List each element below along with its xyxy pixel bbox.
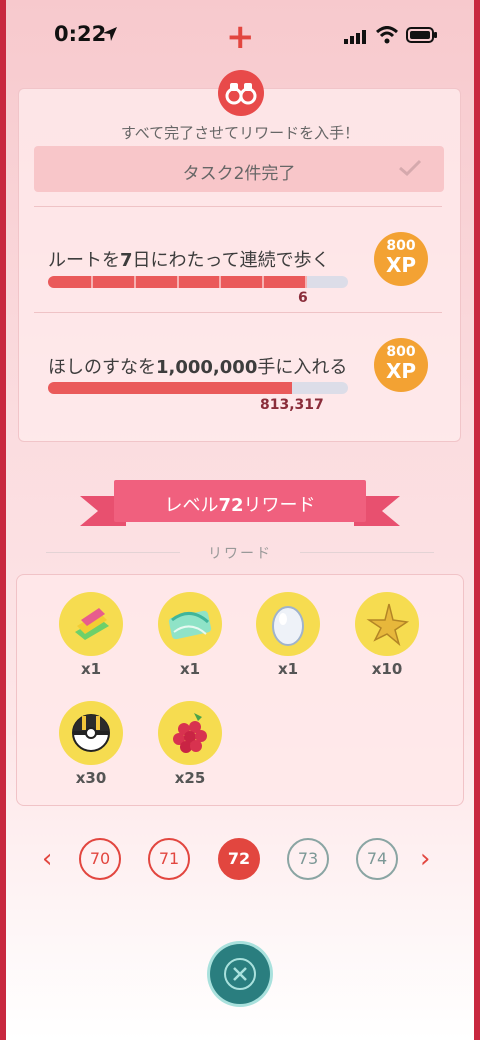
check-icon — [399, 159, 422, 177]
level-reward-banner: レベル72リワード — [80, 478, 400, 534]
rewards-section-label: リワード — [208, 546, 272, 562]
reward-item[interactable]: x30 — [51, 701, 131, 787]
ultra-ball-icon — [59, 701, 123, 765]
previous-level-arrow-icon[interactable]: ‹ — [42, 846, 52, 872]
task-progress-bar — [48, 276, 348, 288]
progress-segment-divider — [133, 276, 136, 288]
task-progress-bar — [48, 382, 348, 394]
reward-quantity: x1 — [80, 660, 102, 678]
reward-item[interactable]: x1 — [51, 592, 131, 678]
battery-icon — [406, 27, 437, 43]
reward-quantity: x25 — [174, 769, 206, 787]
elite-tm-icon — [158, 592, 222, 656]
reward-quantity: x10 — [371, 660, 403, 678]
xp-reward-badge: 800 XP — [374, 232, 428, 286]
reward-quantity: x30 — [75, 769, 107, 787]
level-button-74[interactable]: 74 — [356, 838, 398, 880]
divider — [34, 312, 442, 313]
task-title: ほしのすなを1,000,000手に入れる — [48, 357, 348, 378]
wifi-icon — [376, 26, 398, 44]
tasks-completed-label: タスク2件完了 — [182, 164, 296, 184]
plus-icon[interactable]: + — [226, 20, 255, 54]
reward-quantity: x1 — [277, 660, 299, 678]
clock: 0:22 — [54, 22, 107, 46]
divider — [300, 552, 434, 553]
level-button-73[interactable]: 73 — [287, 838, 329, 880]
task-progress-value: 813,317 — [260, 397, 324, 413]
close-icon — [224, 958, 256, 990]
task-title: ルートを7日にわたって連続で歩く — [48, 250, 330, 271]
status-bar: 0:22 + — [0, 0, 480, 70]
cellular-signal-icon — [344, 30, 366, 44]
banner-title: レベル72リワード — [164, 495, 316, 516]
level-button-71[interactable]: 71 — [148, 838, 190, 880]
close-button[interactable] — [210, 944, 270, 1004]
reward-item[interactable]: x1 — [150, 592, 230, 678]
progress-segment-divider — [305, 276, 308, 288]
progress-segment-divider — [219, 276, 222, 288]
xp-reward-badge: 800 XP — [374, 338, 428, 392]
location-arrow-icon — [103, 27, 117, 41]
reward-item[interactable]: x1 — [248, 592, 328, 678]
razz-berry-icon — [158, 701, 222, 765]
rewards-panel: x1 x1 x1 x10 x30 x25 — [16, 574, 464, 806]
level-button-70[interactable]: 70 — [79, 838, 121, 880]
binoculars-icon — [218, 70, 264, 116]
task-progress-fill — [48, 382, 292, 394]
ribbon-body: レベル72リワード — [114, 480, 366, 522]
rare-candy-xl-icon — [59, 592, 123, 656]
next-level-arrow-icon[interactable]: › — [420, 846, 430, 872]
tasks-completed-bar: タスク2件完了 — [34, 146, 444, 192]
frame-left — [0, 0, 6, 1040]
reward-item[interactable]: x10 — [347, 592, 427, 678]
divider — [34, 206, 442, 207]
frame-right — [474, 0, 480, 1040]
progress-segment-divider — [90, 276, 93, 288]
progress-segment-divider — [262, 276, 265, 288]
star-piece-icon — [355, 592, 419, 656]
reward-quantity: x1 — [179, 660, 201, 678]
level-button-72[interactable]: 72 — [218, 838, 260, 880]
progress-segment-divider — [176, 276, 179, 288]
egg-icon — [256, 592, 320, 656]
card-subtitle: すべて完了させてリワードを入手！ — [120, 124, 360, 142]
task-progress-value: 6 — [298, 290, 308, 306]
reward-item[interactable]: x25 — [150, 701, 230, 787]
